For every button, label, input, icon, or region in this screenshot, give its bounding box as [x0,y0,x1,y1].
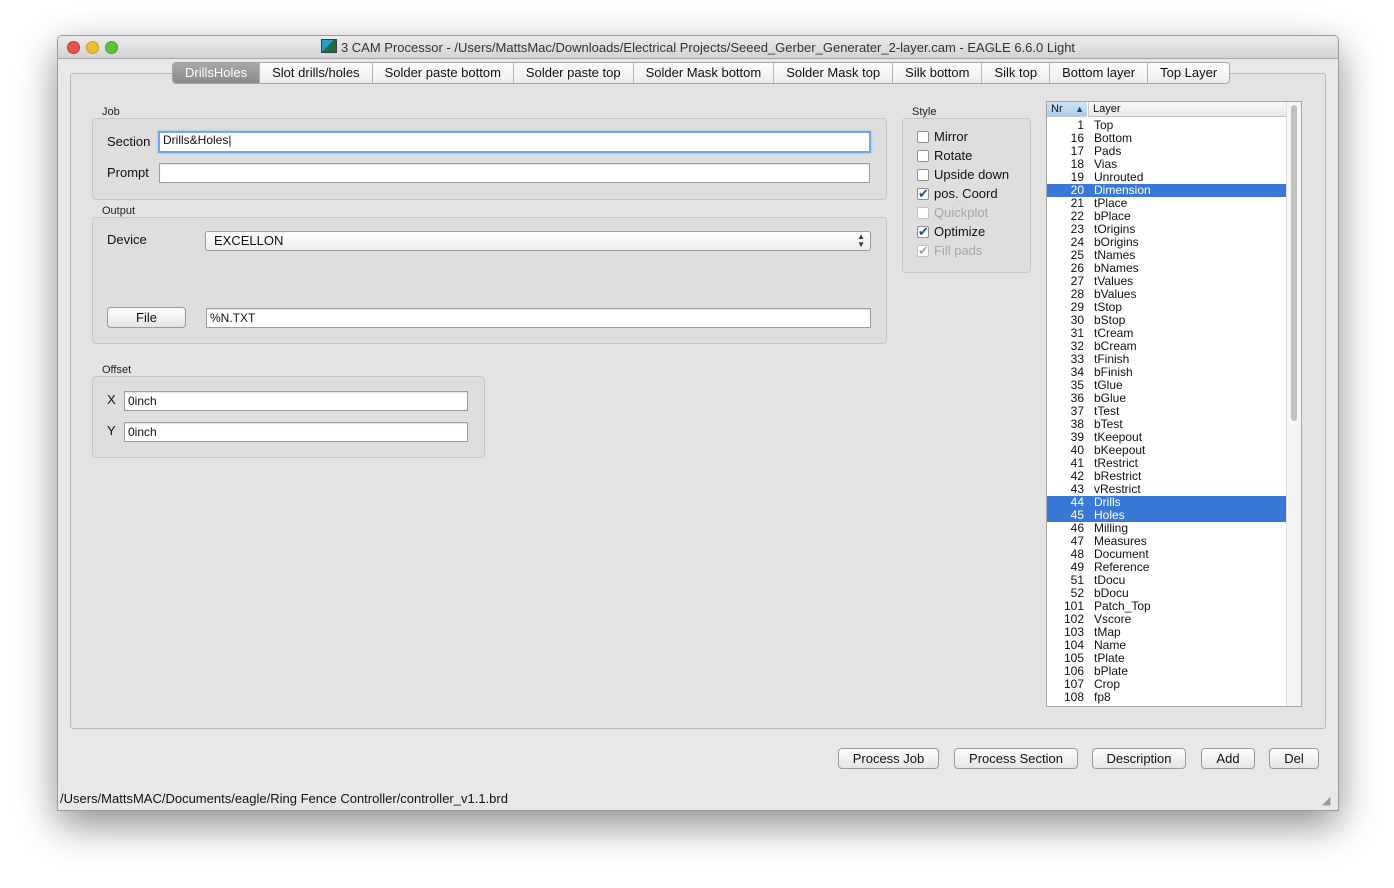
layer-row[interactable]: 108 fp8 [1047,691,1286,704]
style-option-optimize[interactable]: Optimize [917,223,985,241]
window-title-text: 3 CAM Processor - /Users/MattsMac/Downlo… [340,40,1076,55]
layer-list[interactable]: Nr ▲ Layer 1 Top 16 Bottom 17 Pads 18 Vias 19 Unro… [1046,101,1302,707]
file-button[interactable]: File [107,307,186,328]
checkbox-checked-icon[interactable] [917,185,929,203]
output-group-title: Output [102,205,136,217]
prompt-input[interactable] [159,163,870,183]
del-button[interactable]: Del [1269,748,1319,769]
tab-bottom-layer[interactable]: Bottom layer [1049,63,1147,83]
file-input[interactable]: %N.TXT [206,308,871,328]
offset-y-input[interactable]: 0inch [124,422,468,442]
style-option-quickplot: Quickplot [917,204,988,222]
updown-arrows-icon: ▲ ▼ [857,232,865,249]
style-option-label: Rotate [934,148,973,163]
scrollbar-thumb[interactable] [1291,105,1297,421]
layer-column-header[interactable]: Layer [1088,102,1288,117]
window-title: 3 CAM Processor - /Users/MattsMac/Downlo… [58,39,1338,55]
style-option-label: Optimize [934,224,986,239]
status-bar-path: /Users/MattsMAC/Documents/eagle/Ring Fen… [60,791,508,806]
checkbox-icon[interactable] [917,131,929,143]
style-option-label: Upside down [934,167,1010,182]
checkbox-checked-icon[interactable] [917,223,929,241]
description-button[interactable]: Description [1092,748,1186,769]
tab-slot-drills-holes[interactable]: Slot drills/holes [259,63,371,83]
style-option-mirror[interactable]: Mirror [917,128,968,146]
device-label: Device [107,232,147,247]
eagle-app-icon [320,39,337,53]
nr-column-header[interactable]: Nr ▲ [1047,102,1087,117]
style-option-pos-coord[interactable]: pos. Coord [917,185,998,203]
tab-solder-mask-top[interactable]: Solder Mask top [773,63,892,83]
job-group-title: Job [102,106,120,118]
style-option-rotate[interactable]: Rotate [917,147,972,165]
checkbox-icon [917,207,929,219]
offset-group-title: Offset [102,364,132,376]
tab-solder-paste-top[interactable]: Solder paste top [512,63,633,83]
title-bar: 3 CAM Processor - /Users/MattsMac/Downlo… [58,36,1338,59]
prompt-label: Prompt [107,165,149,180]
device-select-value: EXCELLON [214,233,284,248]
style-option-fill-pads: Fill pads [917,242,982,260]
offset-y-label: Y [107,423,116,438]
device-select[interactable]: EXCELLON ▲ ▼ [205,231,871,251]
section-tabs: DrillsHoles Slot drills/holes Solder paste… [172,62,1231,84]
resize-grip-icon[interactable]: ◢ [1322,795,1334,807]
style-option-label: pos. Coord [934,186,998,201]
checkbox-icon[interactable] [917,169,929,181]
offset-x-input[interactable]: 0inch [124,391,468,411]
checkbox-icon[interactable] [917,150,929,162]
tab-drillsholes[interactable]: DrillsHoles [173,63,260,83]
offset-group [92,376,485,458]
add-button[interactable]: Add [1201,748,1255,769]
tab-silk-bottom[interactable]: Silk bottom [892,63,981,83]
layer-name: fp8 [1094,690,1111,704]
tab-solder-paste-bottom[interactable]: Solder paste bottom [371,63,513,83]
tab-silk-top[interactable]: Silk top [981,63,1049,83]
offset-x-label: X [107,392,116,407]
process-job-button[interactable]: Process Job [838,748,939,769]
nr-column-label: Nr [1051,103,1063,115]
section-input[interactable]: Drills&Holes| [158,131,871,153]
section-label: Section [107,134,151,149]
process-section-button[interactable]: Process Section [954,748,1078,769]
layer-list-scrollbar[interactable] [1286,102,1301,706]
style-option-label: Fill pads [934,243,983,258]
style-option-label: Quickplot [934,205,989,220]
style-option-label: Mirror [934,129,968,144]
sort-ascending-icon: ▲ [1075,104,1084,114]
tab-solder-mask-bottom[interactable]: Solder Mask bottom [632,63,774,83]
tab-top-layer[interactable]: Top Layer [1147,63,1229,83]
style-group-title: Style [912,106,937,118]
style-option-upside-down[interactable]: Upside down [917,166,1009,184]
checkbox-checked-icon [917,242,929,260]
layer-number: 108 [1063,690,1084,704]
